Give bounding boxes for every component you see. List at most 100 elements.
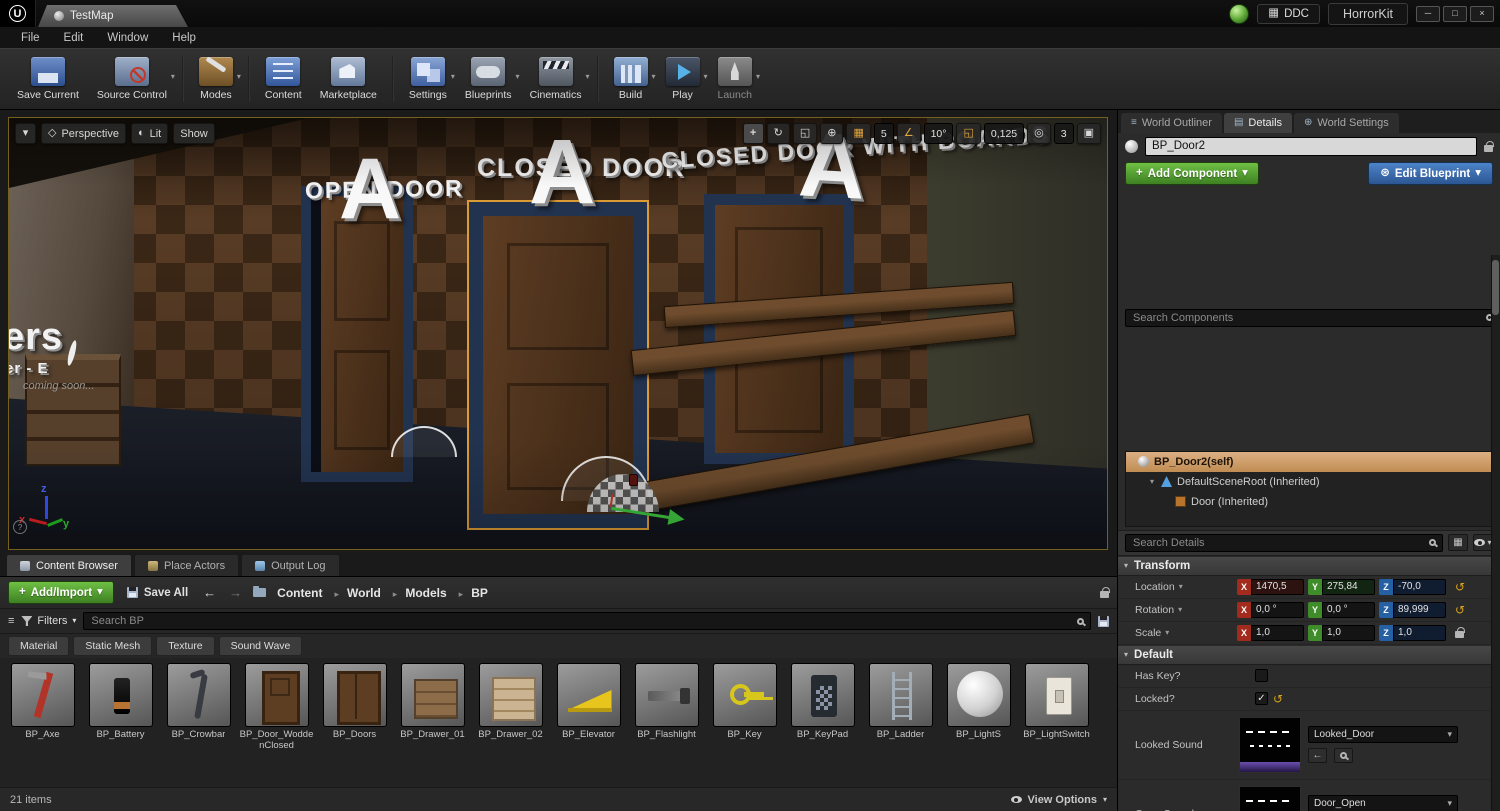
text-actor-left-wall[interactable]: ers <box>9 316 63 359</box>
viewport-options-button[interactable] <box>15 123 36 144</box>
sound-wave-thumbnail[interactable] <box>1239 716 1301 773</box>
padlock-mesh[interactable] <box>629 474 638 486</box>
menu-item[interactable]: Help <box>161 30 207 46</box>
maximize-viewport-button[interactable] <box>1076 123 1101 144</box>
toolbar-blueprints-button[interactable]: Blueprints <box>456 51 521 107</box>
lock-details-icon[interactable] <box>1484 140 1494 152</box>
property-matrix-button[interactable] <box>1448 534 1468 551</box>
reset-to-default-icon[interactable] <box>1455 581 1465 593</box>
section-transform[interactable]: Transform <box>1118 555 1500 576</box>
tab-world-outliner[interactable]: World Outliner <box>1121 113 1222 133</box>
asset-tile[interactable]: BP_Flashlight <box>628 663 705 782</box>
viewport[interactable]: OPEN DOOR CLOSED DOOR CLOSED DOOR WITH B… <box>8 117 1108 550</box>
use-selected-asset-icon[interactable] <box>1308 748 1327 763</box>
reset-to-default-icon[interactable] <box>1273 693 1283 705</box>
view-options-button[interactable]: View Options <box>1010 794 1108 806</box>
rotation-z-field[interactable]: Z 89,999 <box>1379 601 1446 618</box>
scale-lock-icon[interactable] <box>1455 627 1465 638</box>
rotation-y-field[interactable]: Y 0,0 ° <box>1308 601 1375 618</box>
tab-place-actors[interactable]: Place Actors <box>133 554 240 576</box>
dropdown-caret-icon[interactable] <box>651 73 655 81</box>
actor-name-input[interactable] <box>1145 136 1477 156</box>
toolbar-save-current-button[interactable]: Save Current <box>8 51 88 107</box>
search-details-input[interactable] <box>1125 533 1443 552</box>
back-button[interactable] <box>201 586 218 599</box>
asset-tile[interactable]: BP_LightS <box>940 663 1017 782</box>
search-components-input[interactable] <box>1125 308 1493 327</box>
text-actor-coming-soon[interactable]: coming soon... <box>23 380 95 392</box>
sources-panel-toggle-icon[interactable] <box>8 616 14 627</box>
asset-tile[interactable]: BP_Axe <box>4 663 81 782</box>
show-button[interactable]: Show <box>173 123 215 144</box>
asset-tile[interactable]: BP_Elevator <box>550 663 627 782</box>
filter-chip[interactable]: Texture <box>156 636 215 656</box>
toolbar-source-control-button[interactable]: Source Control <box>88 51 176 107</box>
toolbar-settings-button[interactable]: Settings <box>400 51 456 107</box>
location-y-field[interactable]: Y 275,84 <box>1308 578 1375 595</box>
dropdown-caret-icon[interactable] <box>451 73 455 81</box>
tab-details[interactable]: Details <box>1223 113 1293 133</box>
rotation-label[interactable]: Rotation <box>1135 604 1237 616</box>
save-all-button[interactable]: Save All <box>123 587 192 599</box>
filter-chip[interactable]: Sound Wave <box>218 636 303 656</box>
breadcrumb-item[interactable]: Models <box>383 586 449 600</box>
asset-tile[interactable]: BP_KeyPad <box>784 663 861 782</box>
camera-speed-value[interactable]: 3 <box>1053 123 1074 144</box>
level-tab[interactable]: TestMap <box>38 5 188 27</box>
filters-button[interactable]: Filters <box>21 615 76 627</box>
scale-z-field[interactable]: Z 1,0 <box>1379 624 1446 641</box>
component-tree-item[interactable]: DefaultSceneRoot (Inherited) <box>1126 472 1492 492</box>
lock-browser-icon[interactable] <box>1100 587 1110 598</box>
asset-tile[interactable]: BP_Drawer_01 <box>394 663 471 782</box>
has-key-checkbox[interactable] <box>1255 669 1268 682</box>
asset-tile[interactable]: BP_Battery <box>82 663 159 782</box>
sound-asset-dropdown[interactable]: Looked_Door <box>1308 726 1458 743</box>
add-component-button[interactable]: Add Component <box>1125 162 1259 185</box>
camera-speed-button[interactable] <box>1027 123 1051 144</box>
restore-button[interactable] <box>1443 5 1467 22</box>
dropdown-caret-icon[interactable] <box>171 73 175 81</box>
breadcrumb-item[interactable]: BP <box>449 586 490 600</box>
grid-snap-value[interactable]: 5 <box>873 123 894 144</box>
dropdown-caret-icon[interactable] <box>237 73 241 81</box>
compass-icon[interactable]: ? <box>13 520 27 534</box>
forward-button[interactable] <box>227 586 244 599</box>
translate-mode-button[interactable] <box>742 123 764 144</box>
tab-world-settings[interactable]: World Settings <box>1294 113 1399 133</box>
asset-tile[interactable]: BP_Ladder <box>862 663 939 782</box>
rotate-mode-button[interactable] <box>766 123 790 144</box>
menu-item[interactable]: Window <box>96 30 159 46</box>
section-default[interactable]: Default <box>1118 644 1500 665</box>
text-actor-left-wall[interactable]: er - E <box>9 360 49 377</box>
lit-button[interactable]: Lit <box>130 123 169 144</box>
locked-checkbox[interactable] <box>1255 692 1268 705</box>
rotation-snap-value[interactable]: 10° <box>923 123 954 144</box>
ddc-button[interactable]: DDC <box>1257 3 1320 24</box>
menu-item[interactable]: Edit <box>53 30 95 46</box>
dropdown-caret-icon[interactable] <box>585 73 589 81</box>
dropdown-caret-icon[interactable] <box>703 73 707 81</box>
browse-to-asset-icon[interactable] <box>1334 748 1353 763</box>
tab-output-log[interactable]: Output Log <box>241 554 340 576</box>
filter-chip[interactable]: Material <box>8 636 70 656</box>
filter-chip[interactable]: Static Mesh <box>73 636 153 656</box>
grid-snap-toggle-button[interactable] <box>846 123 871 144</box>
asset-tile[interactable]: BP_Doors <box>316 663 393 782</box>
scale-x-field[interactable]: X 1,0 <box>1237 624 1304 641</box>
scale-y-field[interactable]: Y 1,0 <box>1308 624 1375 641</box>
letter-a-actor[interactable]: A <box>339 140 401 239</box>
asset-tile[interactable]: BP_Crowbar <box>160 663 237 782</box>
breadcrumb-item[interactable]: World <box>324 586 382 600</box>
rotation-x-field[interactable]: X 0,0 ° <box>1237 601 1304 618</box>
location-x-field[interactable]: X 1470,5 <box>1237 578 1304 595</box>
location-z-field[interactable]: Z -70,0 <box>1379 578 1446 595</box>
location-label[interactable]: Location <box>1135 581 1237 593</box>
toolbar-play-button[interactable]: Play <box>657 51 709 107</box>
asset-tile[interactable]: BP_LightSwitch <box>1018 663 1095 782</box>
asset-tile[interactable]: BP_Drawer_02 <box>472 663 549 782</box>
save-search-icon[interactable] <box>1098 615 1109 627</box>
search-assets-input[interactable] <box>83 612 1091 630</box>
toolbar-cinematics-button[interactable]: Cinematics <box>521 51 591 107</box>
component-tree-item[interactable]: Door (Inherited) <box>1126 492 1492 512</box>
scale-snap-toggle-button[interactable] <box>956 123 981 144</box>
